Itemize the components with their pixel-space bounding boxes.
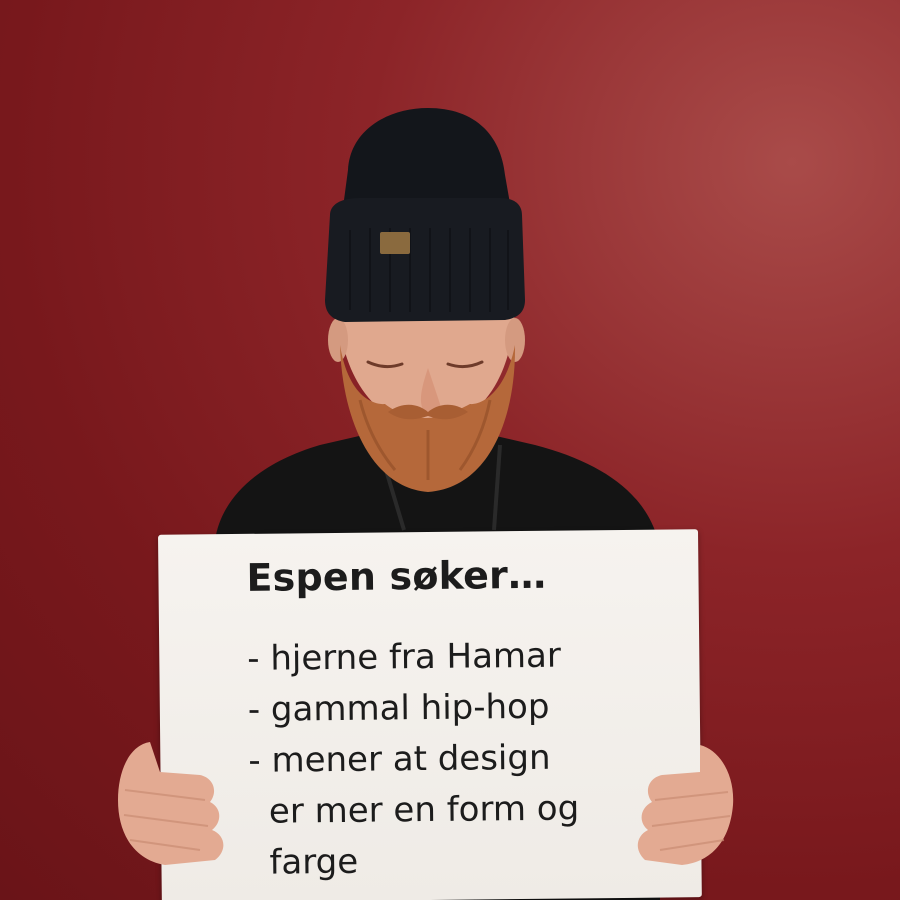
sign-line: - mener at design xyxy=(248,737,551,781)
sign-title: Espen søker… xyxy=(246,552,547,600)
beanie-cuff xyxy=(325,198,525,322)
left-ear xyxy=(328,318,348,362)
right-ear xyxy=(505,318,525,362)
sign-line: farge xyxy=(269,841,359,883)
sign-line: - hjerne fra Hamar xyxy=(247,635,562,679)
photo-scene: Espen søker… - hjerne fra Hamar - gammal… xyxy=(0,0,900,900)
sign-line: er mer en form og xyxy=(268,788,580,832)
beanie-label xyxy=(380,232,410,254)
handheld-sign: Espen søker… - hjerne fra Hamar - gammal… xyxy=(158,529,702,900)
sign-line: - gammal hip-hop xyxy=(247,686,550,730)
sign-list: - hjerne fra Hamar - gammal hip-hop - me… xyxy=(247,629,690,889)
